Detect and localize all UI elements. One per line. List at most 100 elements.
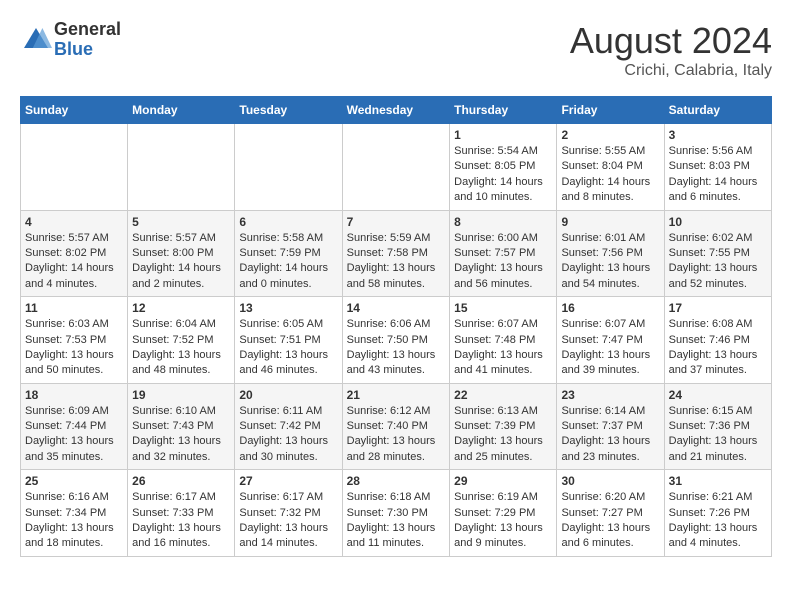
day-number: 16: [561, 301, 659, 315]
day-number: 17: [669, 301, 767, 315]
calendar-cell: 4Sunrise: 5:57 AMSunset: 8:02 PMDaylight…: [21, 210, 128, 297]
calendar-cell: 18 Sunrise: 6:09 AMSunset: 7:44 PMDayligh…: [21, 383, 128, 470]
day-info: Sunrise: 6:14 AMSunset: 7:37 PMDaylight:…: [561, 404, 659, 466]
day-number: 29: [454, 474, 552, 488]
day-number: 21: [347, 388, 446, 402]
calendar-week-row: 4Sunrise: 5:57 AMSunset: 8:02 PMDaylight…: [21, 210, 772, 297]
day-info: Sunrise: 5:57 AMSunset: 8:00 PMDaylight:…: [132, 231, 230, 293]
calendar-cell: 3 Sunrise: 5:56 AMSunset: 8:03 PMDaylight…: [664, 124, 771, 211]
day-number: 15: [454, 301, 552, 315]
calendar-cell: 28 Sunrise: 6:18 AMSunset: 7:30 PMDayligh…: [342, 470, 450, 557]
month-title: August 2024: [570, 20, 772, 62]
day-number: 5: [132, 215, 230, 229]
day-number: 13: [239, 301, 337, 315]
day-info: Sunrise: 6:12 AMSunset: 7:40 PMDaylight:…: [347, 404, 446, 466]
day-number: 12: [132, 301, 230, 315]
day-info: Sunrise: 5:54 AMSunset: 8:05 PMDaylight:…: [454, 144, 552, 206]
day-info: Sunrise: 6:17 AMSunset: 7:33 PMDaylight:…: [132, 490, 230, 552]
logo-blue: Blue: [54, 40, 121, 60]
title-block: August 2024 Crichi, Calabria, Italy: [570, 20, 772, 80]
location-title: Crichi, Calabria, Italy: [570, 62, 772, 80]
day-info: Sunrise: 6:02 AMSunset: 7:55 PMDaylight:…: [669, 231, 767, 293]
calendar-cell: 17 Sunrise: 6:08 AMSunset: 7:46 PMDayligh…: [664, 297, 771, 384]
calendar-header: SundayMondayTuesdayWednesdayThursdayFrid…: [21, 97, 772, 124]
day-number: 26: [132, 474, 230, 488]
calendar-cell: 11Sunrise: 6:03 AMSunset: 7:53 PMDayligh…: [21, 297, 128, 384]
calendar-cell: 26 Sunrise: 6:17 AMSunset: 7:33 PMDayligh…: [128, 470, 235, 557]
day-info: Sunrise: 5:55 AMSunset: 8:04 PMDaylight:…: [561, 144, 659, 206]
day-of-week-header: Sunday: [21, 97, 128, 124]
logo: General Blue: [20, 20, 121, 60]
day-info: Sunrise: 6:04 AMSunset: 7:52 PMDaylight:…: [132, 317, 230, 379]
day-number: 7: [347, 215, 446, 229]
day-of-week-header: Thursday: [450, 97, 557, 124]
calendar-body: 1 Sunrise: 5:54 AMSunset: 8:05 PMDaylight…: [21, 124, 772, 557]
day-info: Sunrise: 6:09 AMSunset: 7:44 PMDaylight:…: [25, 404, 123, 466]
page-header: General Blue August 2024 Crichi, Calabri…: [20, 20, 772, 80]
day-number: 23: [561, 388, 659, 402]
day-info: Sunrise: 5:59 AMSunset: 7:58 PMDaylight:…: [347, 231, 446, 293]
calendar-cell: 30 Sunrise: 6:20 AMSunset: 7:27 PMDayligh…: [557, 470, 664, 557]
day-number: 4: [25, 215, 123, 229]
day-number: 24: [669, 388, 767, 402]
calendar-cell: 20 Sunrise: 6:11 AMSunset: 7:42 PMDayligh…: [235, 383, 342, 470]
calendar-cell: [128, 124, 235, 211]
day-number: 11: [25, 301, 123, 315]
day-info: Sunrise: 6:15 AMSunset: 7:36 PMDaylight:…: [669, 404, 767, 466]
day-number: 6: [239, 215, 337, 229]
logo-text: General Blue: [54, 20, 121, 60]
day-number: 19: [132, 388, 230, 402]
day-info: Sunrise: 6:06 AMSunset: 7:50 PMDaylight:…: [347, 317, 446, 379]
day-number: 27: [239, 474, 337, 488]
day-of-week-header: Saturday: [664, 97, 771, 124]
calendar-cell: 25 Sunrise: 6:16 AMSunset: 7:34 PMDayligh…: [21, 470, 128, 557]
day-number: 18: [25, 388, 123, 402]
day-info: Sunrise: 6:08 AMSunset: 7:46 PMDaylight:…: [669, 317, 767, 379]
day-number: 28: [347, 474, 446, 488]
day-number: 30: [561, 474, 659, 488]
day-number: 3: [669, 128, 767, 142]
day-info: Sunrise: 6:13 AMSunset: 7:39 PMDaylight:…: [454, 404, 552, 466]
calendar-cell: 19 Sunrise: 6:10 AMSunset: 7:43 PMDayligh…: [128, 383, 235, 470]
day-number: 20: [239, 388, 337, 402]
calendar-cell: 5 Sunrise: 5:57 AMSunset: 8:00 PMDaylight…: [128, 210, 235, 297]
calendar-cell: 7 Sunrise: 5:59 AMSunset: 7:58 PMDaylight…: [342, 210, 450, 297]
calendar-cell: 15Sunrise: 6:07 AMSunset: 7:48 PMDayligh…: [450, 297, 557, 384]
days-of-week-row: SundayMondayTuesdayWednesdayThursdayFrid…: [21, 97, 772, 124]
day-number: 14: [347, 301, 446, 315]
day-info: Sunrise: 6:17 AMSunset: 7:32 PMDaylight:…: [239, 490, 337, 552]
calendar-cell: 6 Sunrise: 5:58 AMSunset: 7:59 PMDaylight…: [235, 210, 342, 297]
day-info: Sunrise: 5:58 AMSunset: 7:59 PMDaylight:…: [239, 231, 337, 293]
calendar-week-row: 18 Sunrise: 6:09 AMSunset: 7:44 PMDayligh…: [21, 383, 772, 470]
day-info: Sunrise: 6:20 AMSunset: 7:27 PMDaylight:…: [561, 490, 659, 552]
calendar-cell: 31Sunrise: 6:21 AMSunset: 7:26 PMDayligh…: [664, 470, 771, 557]
calendar-week-row: 25 Sunrise: 6:16 AMSunset: 7:34 PMDayligh…: [21, 470, 772, 557]
day-number: 1: [454, 128, 552, 142]
calendar-cell: 12 Sunrise: 6:04 AMSunset: 7:52 PMDayligh…: [128, 297, 235, 384]
day-info: Sunrise: 6:16 AMSunset: 7:34 PMDaylight:…: [25, 490, 123, 552]
calendar-cell: 23 Sunrise: 6:14 AMSunset: 7:37 PMDayligh…: [557, 383, 664, 470]
calendar-cell: [21, 124, 128, 211]
day-info: Sunrise: 6:21 AMSunset: 7:26 PMDaylight:…: [669, 490, 767, 552]
day-number: 25: [25, 474, 123, 488]
calendar-cell: 2 Sunrise: 5:55 AMSunset: 8:04 PMDaylight…: [557, 124, 664, 211]
calendar-cell: 24 Sunrise: 6:15 AMSunset: 7:36 PMDayligh…: [664, 383, 771, 470]
calendar-table: SundayMondayTuesdayWednesdayThursdayFrid…: [20, 96, 772, 557]
calendar-cell: 21 Sunrise: 6:12 AMSunset: 7:40 PMDayligh…: [342, 383, 450, 470]
calendar-cell: [342, 124, 450, 211]
day-number: 10: [669, 215, 767, 229]
calendar-cell: 14 Sunrise: 6:06 AMSunset: 7:50 PMDayligh…: [342, 297, 450, 384]
calendar-cell: 9Sunrise: 6:01 AMSunset: 7:56 PMDaylight…: [557, 210, 664, 297]
calendar-week-row: 11Sunrise: 6:03 AMSunset: 7:53 PMDayligh…: [21, 297, 772, 384]
day-of-week-header: Friday: [557, 97, 664, 124]
day-number: 8: [454, 215, 552, 229]
calendar-cell: 8Sunrise: 6:00 AMSunset: 7:57 PMDaylight…: [450, 210, 557, 297]
day-info: Sunrise: 5:56 AMSunset: 8:03 PMDaylight:…: [669, 144, 767, 206]
day-info: Sunrise: 6:10 AMSunset: 7:43 PMDaylight:…: [132, 404, 230, 466]
calendar-cell: 1 Sunrise: 5:54 AMSunset: 8:05 PMDaylight…: [450, 124, 557, 211]
day-info: Sunrise: 6:18 AMSunset: 7:30 PMDaylight:…: [347, 490, 446, 552]
day-number: 22: [454, 388, 552, 402]
logo-general: General: [54, 20, 121, 40]
day-info: Sunrise: 6:11 AMSunset: 7:42 PMDaylight:…: [239, 404, 337, 466]
day-number: 2: [561, 128, 659, 142]
